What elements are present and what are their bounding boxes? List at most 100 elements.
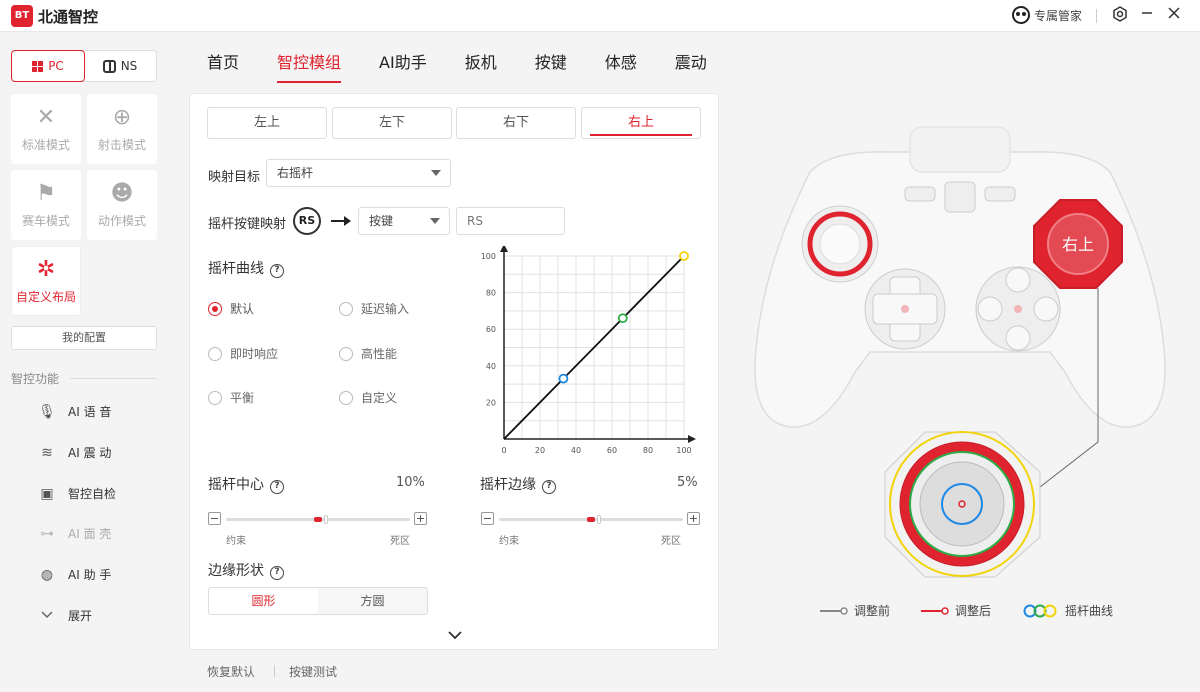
mode-action[interactable]: ☻ 动作模式 — [87, 170, 157, 240]
feature-ai-assistant[interactable]: ◍ AI 助 手 — [38, 566, 112, 583]
increase-icon[interactable]: + — [414, 512, 427, 525]
chevron-down-icon[interactable] — [445, 628, 465, 642]
quadrant-bottom-left[interactable]: 左下 — [332, 107, 452, 139]
tab-home[interactable]: 首页 — [190, 40, 258, 84]
feature-ai-voice[interactable]: 🎙 AI 语 音 — [38, 403, 111, 420]
close-icon[interactable] — [1164, 6, 1184, 26]
feature-ai-vibration[interactable]: ≋ AI 震 动 — [38, 444, 111, 461]
curve-option-default[interactable]: 默认 — [208, 300, 254, 317]
center-title-text: 摇杆中心 — [208, 477, 264, 493]
feature-label: AI 助 手 — [68, 568, 112, 582]
curve-control-point[interactable] — [679, 251, 689, 261]
tab-buttons[interactable]: 按键 — [516, 40, 586, 84]
x-tick-label: 40 — [571, 446, 581, 455]
feature-self-check[interactable]: ▣ 智控自检 — [38, 485, 116, 502]
crosshair-icon: ⊕ — [112, 104, 132, 130]
left-stick-cap — [819, 223, 861, 265]
mapping-target-select[interactable]: 右摇杆 — [266, 159, 451, 187]
decrease-icon[interactable]: − — [208, 512, 221, 525]
my-config-button[interactable]: 我的配置 — [11, 326, 157, 350]
edge-right-label: 死区 — [661, 536, 681, 547]
dropdown-caret-icon — [431, 170, 441, 176]
mode-custom[interactable]: ✲ 自定义布局 — [11, 246, 81, 316]
face-button-y — [1005, 267, 1031, 293]
custom-gear-icon: ✲ — [36, 256, 56, 282]
slider-handle[interactable] — [587, 517, 595, 522]
center-left-label: 约束 — [226, 536, 246, 547]
curve-option-delay[interactable]: 延迟输入 — [339, 300, 409, 317]
curve-option-performance[interactable]: 高性能 — [339, 345, 397, 362]
curve-option-balance[interactable]: 平衡 — [208, 389, 254, 406]
radio-label: 自定义 — [361, 391, 398, 405]
feature-expand[interactable]: 展开 — [38, 607, 92, 624]
legend-after: 调整后 — [921, 602, 991, 619]
tab-ai-assistant[interactable]: AI助手 — [360, 40, 446, 84]
platform-pc[interactable]: PC — [11, 50, 85, 82]
shape-square-round-option[interactable]: 方圆 — [318, 588, 427, 614]
key-type-value: 按键 — [369, 214, 394, 228]
controller-top-bumper — [909, 126, 1011, 173]
button-test-link[interactable]: 按键测试 — [289, 663, 337, 680]
settings-panel: 左上 左下 右下 右上 映射目标 右摇杆 摇杆按键映射 RS 按键 RS 摇杆曲… — [189, 93, 719, 650]
y-axis-arrow-icon — [500, 246, 508, 252]
tab-vibration[interactable]: 震动 — [656, 40, 726, 84]
platform-ns-label: NS — [120, 59, 138, 73]
edge-value: 5% — [677, 475, 698, 490]
help-icon[interactable]: ? — [270, 566, 284, 580]
mode-shooting[interactable]: ⊕ 射击模式 — [87, 94, 157, 164]
tab-motion[interactable]: 体感 — [586, 40, 656, 84]
mode-grid: ✕ 标准模式 ⊕ 射击模式 ⚑ 赛车模式 ☻ 动作模式 ✲ 自定义布局 — [11, 94, 157, 316]
quadrant-bottom-right[interactable]: 右下 — [456, 107, 576, 139]
radio-label: 高性能 — [361, 347, 398, 361]
edge-slider[interactable]: − + — [481, 512, 701, 526]
increase-icon[interactable]: + — [687, 512, 700, 525]
tab-smart-module[interactable]: 智控模组 — [258, 40, 360, 84]
shape-title: 边缘形状? — [208, 560, 284, 580]
stick-key-mapping-label: 摇杆按键映射 — [208, 217, 287, 232]
radio-dot — [339, 346, 353, 361]
platform-ns[interactable]: NS — [84, 51, 156, 81]
feature-ai-shell[interactable]: ⊶ AI 面 壳 — [38, 525, 111, 542]
tab-trigger[interactable]: 扳机 — [446, 40, 516, 84]
curve-option-instant[interactable]: 即时响应 — [208, 345, 278, 362]
chevron-down-icon — [38, 608, 56, 624]
shape-title-text: 边缘形状 — [208, 563, 264, 579]
curve-control-point[interactable] — [617, 313, 628, 324]
center-slider[interactable]: − + — [208, 512, 428, 526]
mode-racing[interactable]: ⚑ 赛车模式 — [11, 170, 81, 240]
radio-label: 即时响应 — [230, 347, 279, 361]
steward-button[interactable]: 专属管家 — [1011, 6, 1082, 24]
rs-badge: RS — [293, 207, 321, 235]
slider-handle[interactable] — [314, 517, 322, 522]
curve-chart[interactable]: 0 20 40 60 80 100 20 40 60 80 100 — [470, 246, 710, 461]
settings-icon[interactable] — [1110, 6, 1130, 26]
face-button-b — [1033, 296, 1059, 322]
panda-icon — [1011, 6, 1030, 24]
radio-dot — [208, 346, 222, 361]
mode-label: 动作模式 — [97, 213, 146, 228]
tools-icon: ✕ — [36, 104, 56, 130]
curve-option-custom[interactable]: 自定义 — [339, 389, 397, 406]
face-button-x — [977, 296, 1003, 322]
minimize-icon[interactable] — [1137, 6, 1157, 26]
key-value-field[interactable]: RS — [456, 207, 565, 235]
center-right-label: 死区 — [390, 536, 410, 547]
decrease-icon[interactable]: − — [481, 512, 494, 525]
x-tick-label: 80 — [643, 446, 653, 455]
arrow-right-icon — [331, 216, 351, 226]
title-bar: BT 北通智控 专属管家 — [0, 0, 1200, 32]
key-type-select[interactable]: 按键 — [358, 207, 450, 235]
curve-control-point[interactable] — [558, 373, 569, 384]
help-icon[interactable]: ? — [270, 264, 284, 278]
highlight-label: 右上 — [1062, 235, 1094, 254]
quadrant-top-left[interactable]: 左上 — [207, 107, 327, 139]
mode-standard[interactable]: ✕ 标准模式 — [11, 94, 81, 164]
restore-default-link[interactable]: 恢复默认 — [207, 663, 255, 680]
help-icon[interactable]: ? — [542, 480, 556, 494]
quadrant-top-right[interactable]: 右上 — [581, 107, 701, 139]
help-icon[interactable]: ? — [270, 480, 284, 494]
shape-circle-option[interactable]: 圆形 — [209, 588, 318, 614]
fighter-icon: ☻ — [110, 180, 134, 206]
titlebar-divider — [1096, 9, 1097, 23]
radio-label: 延迟输入 — [361, 302, 410, 316]
